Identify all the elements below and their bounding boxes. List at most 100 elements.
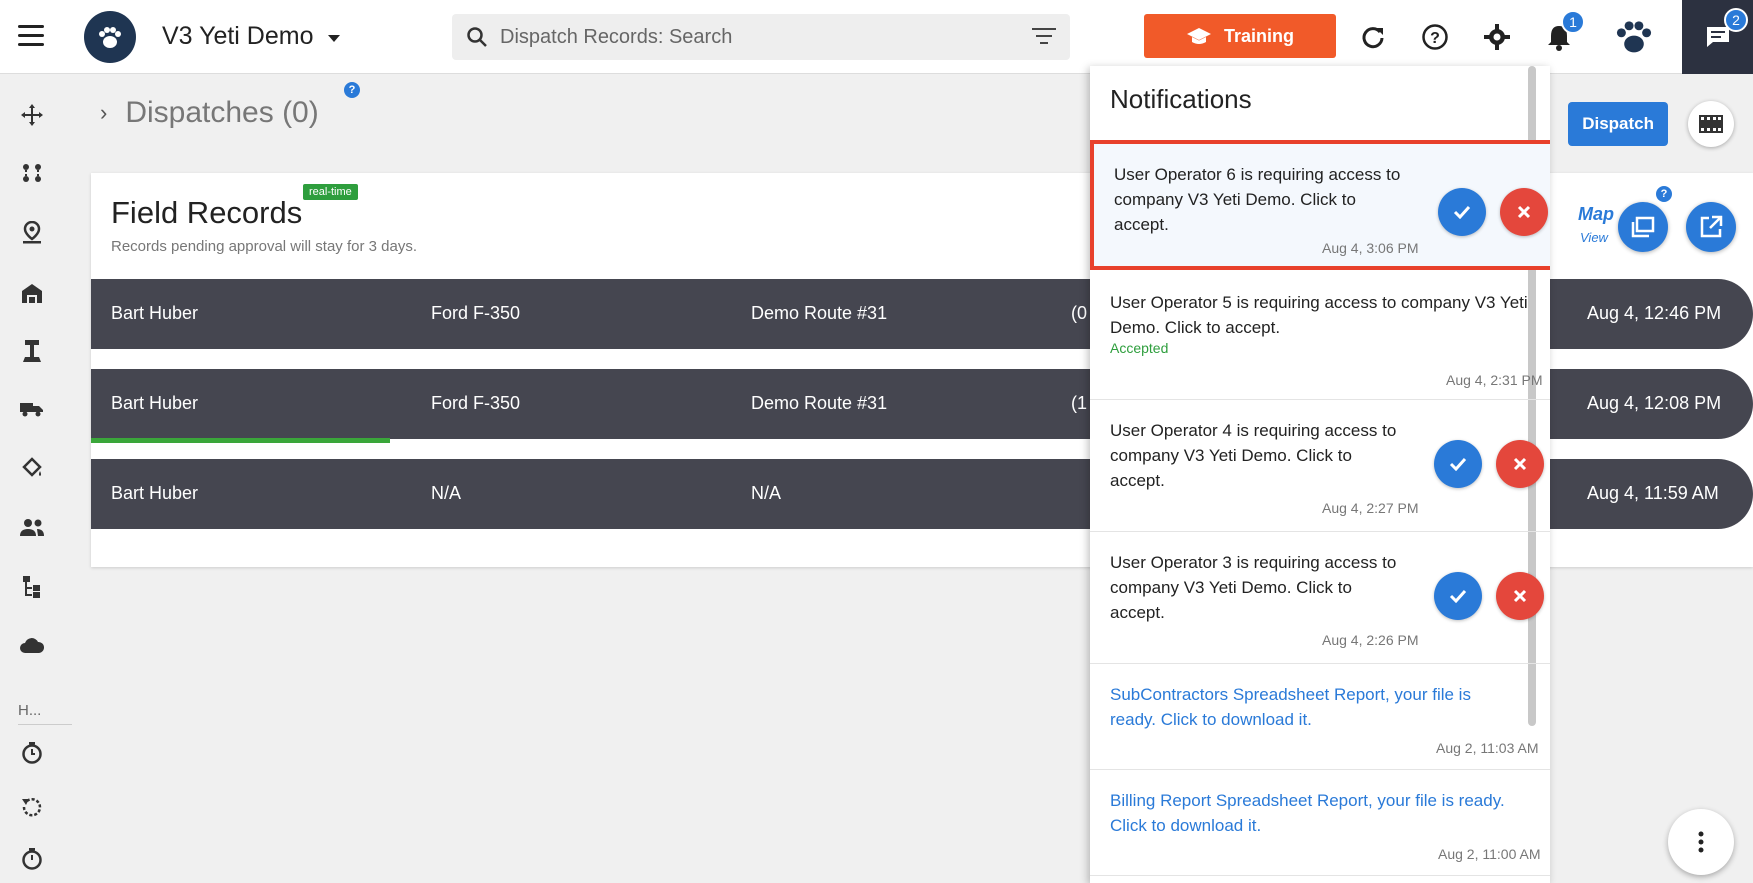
paw-icon [99,27,121,48]
chat-button[interactable]: 2 [1682,0,1753,74]
accept-button[interactable] [1434,440,1482,488]
close-icon [1513,457,1527,471]
reject-button[interactable] [1496,440,1544,488]
notification-item[interactable]: User Operator 5 is requiring access to c… [1090,270,1550,400]
vehicle-cell: N/A [431,483,462,503]
notification-time: Aug 4, 2:27 PM [1322,500,1419,516]
check-icon [1453,205,1471,219]
users-icon[interactable] [19,514,45,540]
driver-cell: Bart Huber [111,303,199,323]
reject-button[interactable] [1496,572,1544,620]
reject-button[interactable] [1500,188,1548,236]
sidebar-section-label: H... [18,702,42,719]
hierarchy-icon[interactable] [19,574,45,600]
notification-time: Aug 4, 2:26 PM [1322,632,1419,648]
company-selector[interactable]: V3 Yeti Demo [162,22,340,51]
vehicle-cell: Ford F-350 [431,393,521,413]
search-icon [467,27,487,47]
field-records-title: Field Records [111,195,303,230]
location-icon[interactable] [19,220,45,246]
extra-cell: (0 [1071,303,1088,323]
move-icon[interactable] [19,102,45,128]
search-input[interactable] [500,25,1000,49]
external-link-icon[interactable] [1686,202,1736,252]
notification-text: User Operator 3 is requiring access to c… [1110,553,1397,622]
vehicle-cell: Ford F-350 [431,303,521,323]
notification-item[interactable]: User Operator 6 is requiring access to c… [1090,140,1550,270]
top-bar: V3 Yeti Demo Training ? 1 [0,0,1753,74]
check-icon [1449,589,1467,603]
user-avatar[interactable] [1612,15,1656,59]
progress-bar [91,438,391,443]
paw-icon [1616,21,1652,53]
notification-time: Aug 2, 11:03 AM [1436,740,1539,756]
timer-icon[interactable] [19,846,45,872]
notifications-title: Notifications [1110,84,1252,114]
help-icon[interactable]: ? [1418,20,1452,54]
chat-icon [1706,27,1729,47]
film-icon[interactable] [1688,101,1734,147]
dispatch-label: Dispatch [1582,114,1654,133]
notifications-panel: Notifications User Operator 6 is requiri… [1090,66,1550,883]
timer-icon[interactable] [19,740,45,766]
notification-text: User Operator 6 is requiring access to c… [1114,165,1401,234]
training-button[interactable]: Training [1144,14,1336,58]
notification-item[interactable]: SubContractors Spreadsheet Report, your … [1090,664,1550,770]
paint-bucket-icon[interactable] [19,456,45,482]
map-link[interactable]: Map [1578,204,1614,225]
warehouse-icon[interactable] [19,280,45,306]
accept-button[interactable] [1434,572,1482,620]
route-cell: Demo Route #31 [751,393,888,413]
training-label: Training [1223,25,1294,46]
notification-text: User Operator 4 is requiring access to c… [1110,421,1397,490]
field-records-subtitle: Records pending approval will stay for 3… [111,238,417,255]
sidebar: H... [0,74,74,883]
route-icon[interactable] [19,160,45,186]
time-cell: Aug 4, 12:08 PM [1587,393,1722,413]
notification-badge: 1 [1561,10,1585,34]
chevron-right-icon[interactable]: › [100,100,107,126]
time-cell: Aug 4, 12:46 PM [1587,303,1722,323]
copy-icon[interactable] [1618,202,1668,252]
page-title: Dispatches (0) [125,96,319,129]
close-icon [1517,205,1531,219]
company-name: V3 Yeti Demo [162,22,314,50]
close-icon [1513,589,1527,603]
notification-text: User Operator 5 is requiring access to c… [1110,293,1528,337]
breadcrumb: › Dispatches (0) [100,96,319,130]
company-logo[interactable] [84,11,136,63]
notification-item[interactable]: Billing Report Spreadsheet Report, your … [1090,770,1550,876]
notification-item[interactable]: User Operator 4 is requiring access to c… [1090,400,1550,532]
cloud-icon[interactable] [19,632,45,658]
chat-badge: 2 [1724,8,1748,32]
help-icon[interactable]: ? [1656,186,1672,202]
menu-icon[interactable] [18,25,44,47]
refresh-icon[interactable] [1356,20,1390,54]
truck-icon[interactable] [19,396,45,422]
view-link[interactable]: View [1580,230,1608,245]
extra-cell: (1 [1071,393,1088,413]
accepted-status: Accepted [1110,340,1169,356]
more-options-button[interactable] [1668,809,1734,875]
notification-link-text[interactable]: SubContractors Spreadsheet Report, your … [1110,682,1510,732]
accept-button[interactable] [1438,188,1486,236]
notification-time: Aug 4, 3:06 PM [1322,240,1419,256]
notification-item[interactable]: User Operator 3 is requiring access to c… [1090,532,1550,664]
chevron-down-icon [327,35,340,42]
graduation-cap-icon [1186,28,1211,44]
dispatch-button[interactable]: Dispatch [1568,102,1668,146]
route-cell: N/A [751,483,782,503]
notification-link-text[interactable]: Billing Report Spreadsheet Report, your … [1110,788,1530,838]
route-cell: Demo Route #31 [751,303,888,323]
driver-cell: Bart Huber [111,483,199,503]
plant-icon[interactable] [19,338,45,364]
gear-icon[interactable] [1480,20,1514,54]
more-vertical-icon [1698,831,1704,853]
help-icon[interactable]: ? [344,82,360,98]
sidebar-divider [18,724,72,725]
notification-time: Aug 4, 2:31 PM [1446,372,1543,388]
driver-cell: Bart Huber [111,393,199,413]
filter-icon[interactable] [1032,28,1056,46]
history-icon[interactable] [19,794,45,820]
realtime-badge: real-time [303,184,358,200]
